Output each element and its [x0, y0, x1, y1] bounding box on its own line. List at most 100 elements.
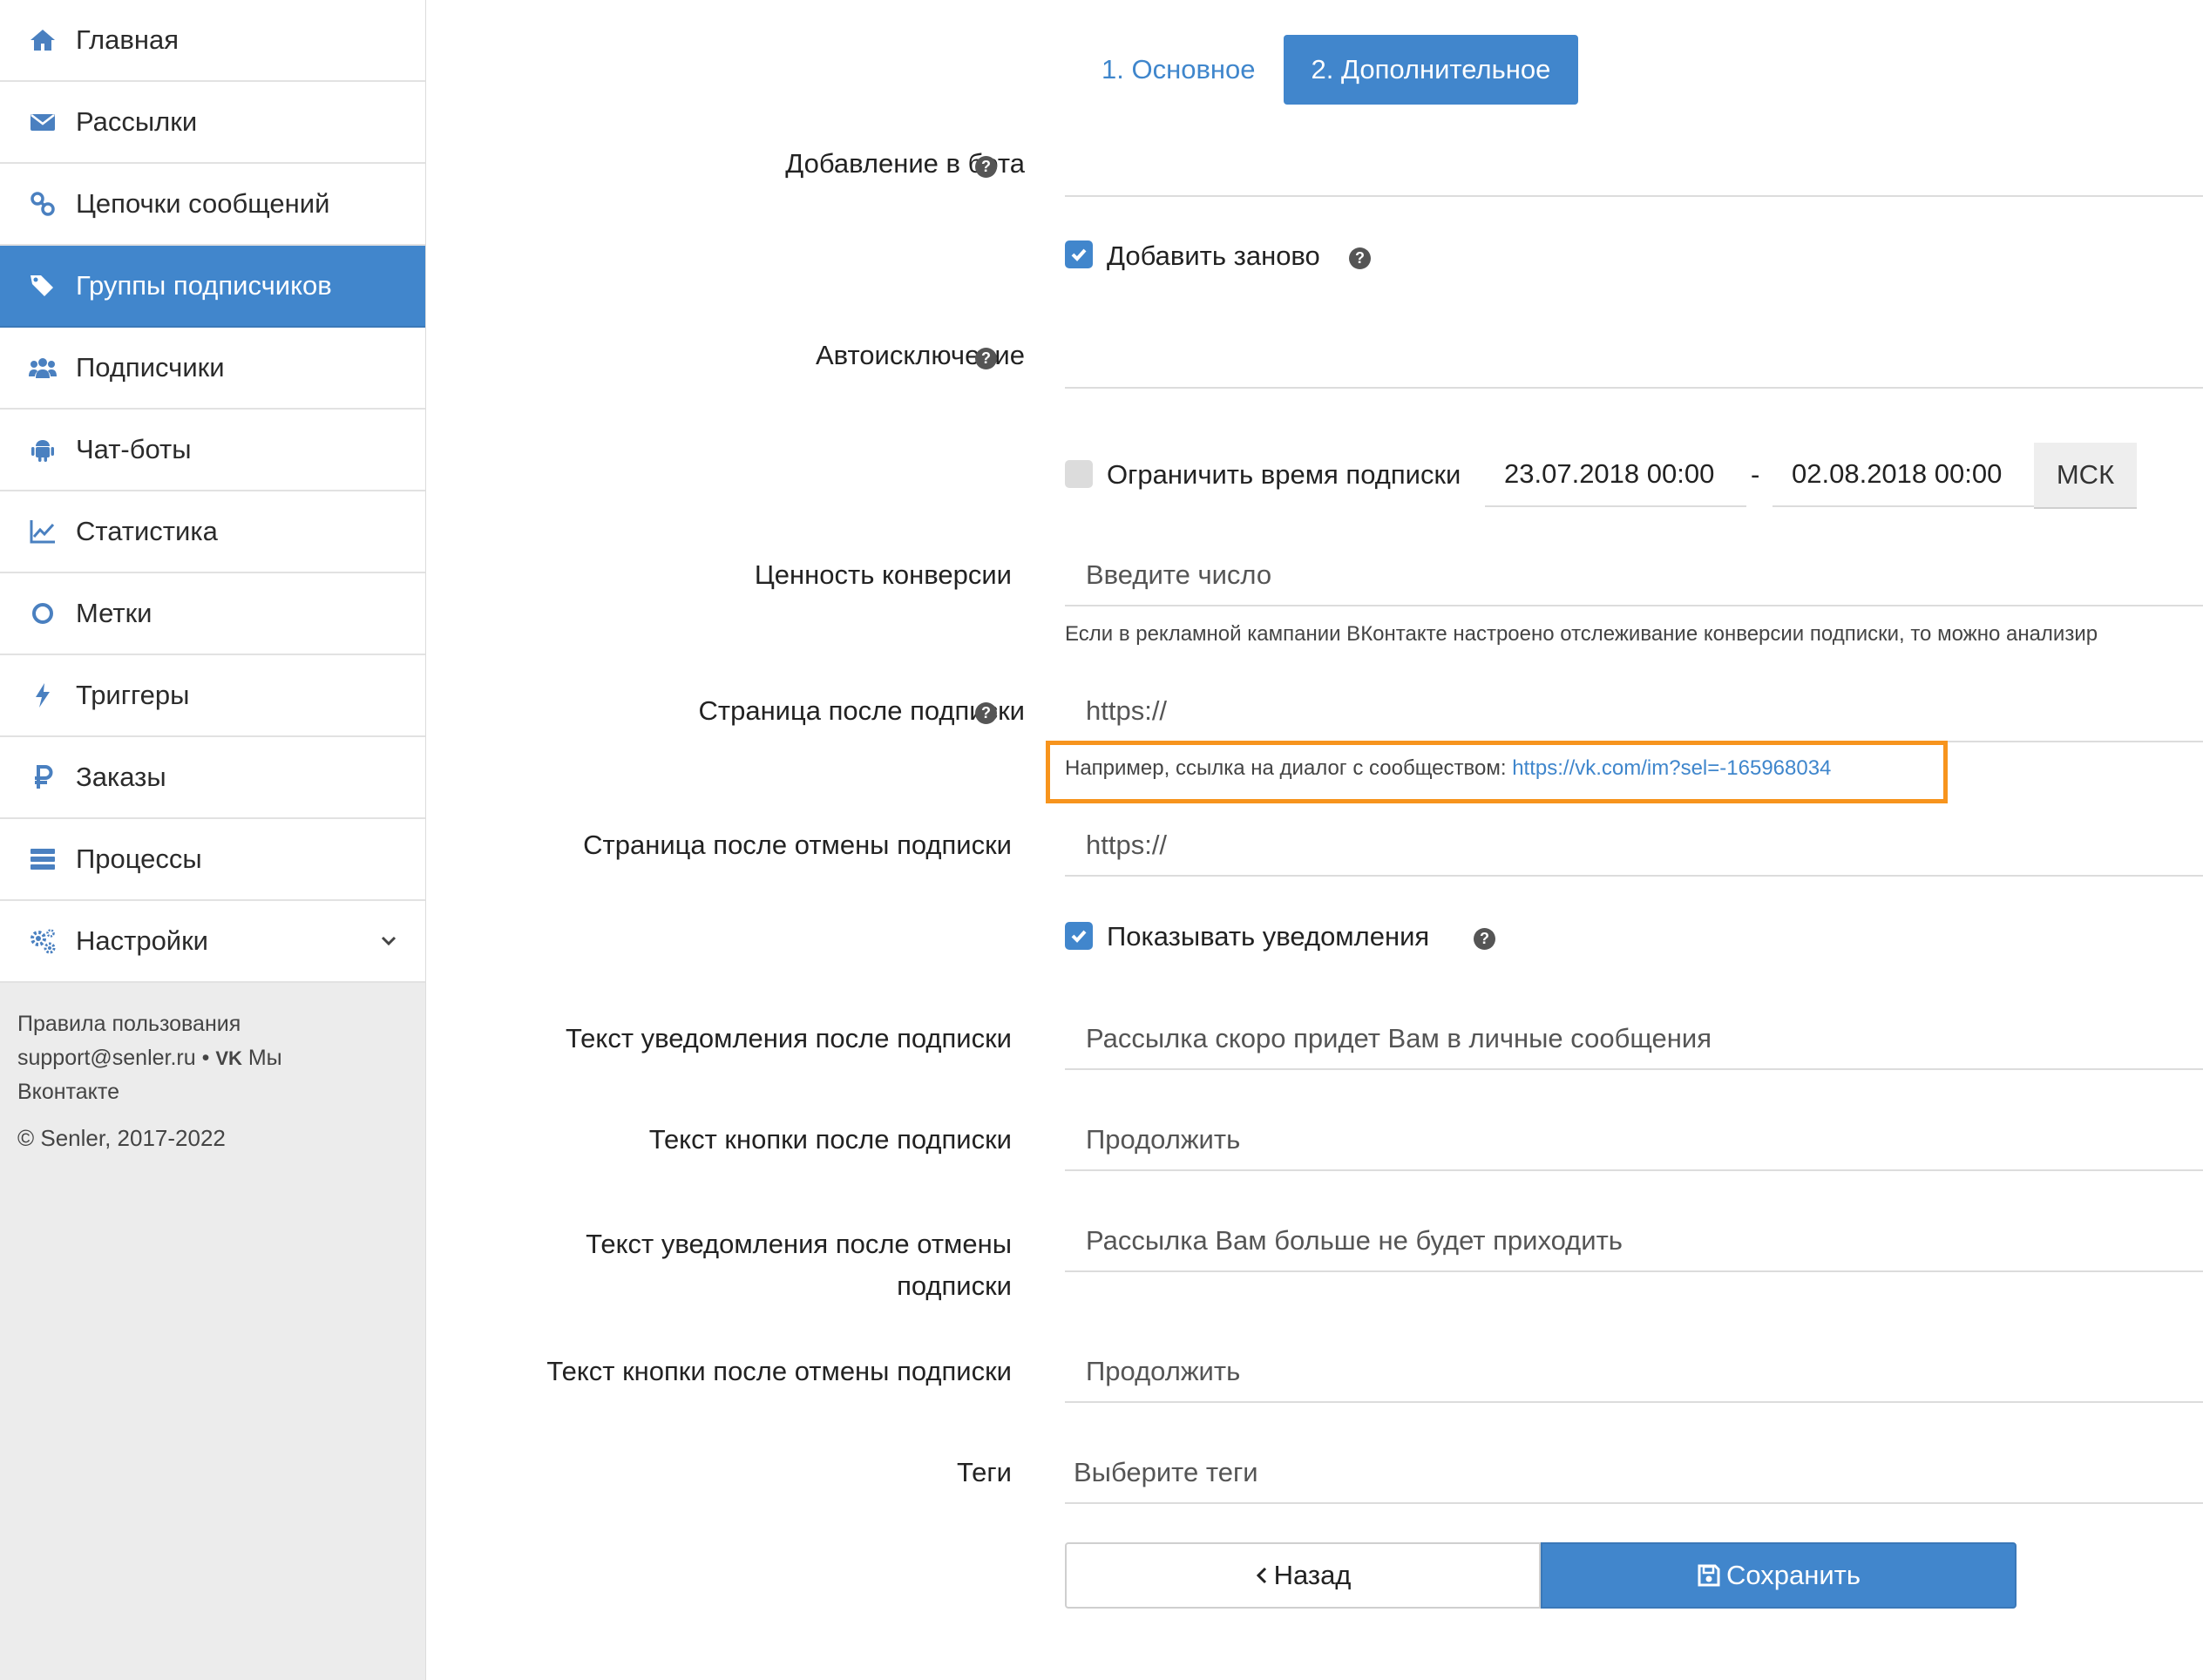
home-icon [28, 25, 58, 55]
tags-placeholder: Выберите теги [1074, 1457, 1258, 1487]
notif-after-unsub-label: Текст уведомления после отмены подписки [586, 1223, 1012, 1307]
timezone-select[interactable]: МСК [2034, 443, 2137, 509]
sidebar-item-statistics[interactable]: Статистика [0, 491, 425, 573]
notif-after-sub-input[interactable]: Рассылка скоро придет Вам в личные сообщ… [1065, 1004, 2203, 1070]
sidebar-footer: Правила пользования support@senler.ru • … [17, 1007, 410, 1155]
example-hint-text: Например, ссылка на диалог с сообществом… [1065, 756, 1507, 780]
sidebar-item-label: Метки [76, 598, 153, 628]
chevron-down-icon[interactable] [378, 931, 399, 952]
sidebar-item-label: Группы подписчиков [76, 270, 332, 301]
sidebar-item-chatbots[interactable]: Чат-боты [0, 410, 425, 491]
sidebar-item-triggers[interactable]: Триггеры [0, 655, 425, 737]
gears-icon [28, 926, 58, 956]
chevron-left-icon [1256, 1567, 1266, 1584]
tab-extra[interactable]: 2. Дополнительное [1283, 35, 1579, 105]
notif-after-sub-value: Рассылка скоро придет Вам в личные сообщ… [1086, 1023, 1712, 1053]
example-hint: Например, ссылка на диалог с сообществом… [1065, 756, 1831, 781]
help-icon[interactable]: ? [1474, 928, 1495, 950]
help-icon[interactable]: ? [975, 156, 997, 178]
tags-select[interactable]: Выберите теги [1065, 1438, 2203, 1504]
bolt-icon [28, 681, 58, 710]
conversion-input[interactable]: Введите число [1065, 540, 2203, 606]
back-button[interactable]: Назад [1065, 1542, 1541, 1609]
wizard-tabs: 1. Основное 2. Дополнительное [1074, 35, 1579, 105]
terms-link[interactable]: Правила пользования [17, 1012, 241, 1036]
page-after-sub-value: https:// [1086, 695, 1168, 726]
bullet-separator: • [201, 1046, 210, 1070]
sidebar-item-subscribers[interactable]: Подписчики [0, 328, 425, 410]
vk-community-link-cont[interactable]: Вконтакте [17, 1080, 119, 1104]
sidebar-item-mailings[interactable]: Рассылки [0, 82, 425, 164]
notif-after-unsub-label-line1: Текст уведомления после отмены [586, 1229, 1012, 1259]
example-link[interactable]: https://vk.com/im?sel=-165968034 [1512, 756, 1831, 780]
check-icon [1071, 930, 1087, 943]
save-button-label: Сохранить [1725, 1560, 1861, 1590]
link-icon [28, 189, 58, 219]
page-after-unsub-label: Страница после отмены подписки [583, 830, 1012, 860]
sidebar-item-label: Процессы [76, 843, 202, 874]
sidebar-item-subscriber-groups[interactable]: Группы подписчиков [0, 246, 425, 328]
page-after-unsub-value: https:// [1086, 830, 1168, 860]
notif-after-unsub-label-line2: подписки [897, 1270, 1012, 1301]
add-again-checkbox[interactable] [1065, 240, 1093, 268]
sidebar-item-orders[interactable]: Заказы [0, 737, 425, 819]
tags-icon [28, 271, 58, 301]
tags-label: Теги [956, 1457, 1012, 1487]
sidebar-item-label: Чат-боты [76, 434, 192, 464]
notif-after-sub-label: Текст уведомления после подписки [565, 1023, 1012, 1053]
date-separator: - [1751, 459, 1760, 490]
btn-after-unsub-value: Продолжить [1086, 1356, 1241, 1386]
sidebar-item-processes[interactable]: Процессы [0, 819, 425, 901]
limit-time-checkbox[interactable] [1065, 460, 1093, 488]
android-icon [28, 435, 58, 464]
add-again-label: Добавить заново [1107, 240, 1320, 271]
ruble-icon [28, 762, 58, 792]
envelope-icon [28, 107, 58, 137]
sidebar-item-home[interactable]: Главная [0, 0, 425, 82]
line-chart-icon [28, 517, 58, 546]
sidebar-item-label: Триггеры [76, 680, 190, 710]
conversion-placeholder: Введите число [1086, 559, 1272, 590]
date-to-input[interactable]: 02.08.2018 00:00 [1773, 443, 2034, 507]
btn-after-unsub-input[interactable]: Продолжить [1065, 1337, 2203, 1403]
sidebar-item-label: Рассылки [76, 106, 198, 137]
sidebar-item-label: Подписчики [76, 352, 225, 383]
vk-community-link[interactable]: Мы [248, 1046, 282, 1070]
notif-after-unsub-input[interactable]: Рассылка Вам больше не будет приходить [1065, 1206, 2203, 1272]
users-icon [28, 353, 58, 383]
add-to-bot-select[interactable] [1065, 131, 2203, 197]
tab-basic[interactable]: 1. Основное [1074, 35, 1284, 105]
sidebar-item-label: Статистика [76, 516, 218, 546]
btn-after-unsub-label: Текст кнопки после отмены подписки [546, 1356, 1012, 1386]
sidebar-item-label: Настройки [76, 925, 209, 956]
circle-icon [28, 599, 58, 628]
btn-after-sub-value: Продолжить [1086, 1124, 1241, 1155]
back-button-label: Назад [1273, 1560, 1352, 1590]
sidebar-item-label: Главная [76, 24, 179, 55]
support-email-link[interactable]: support@senler.ru [17, 1046, 196, 1070]
date-from-input[interactable]: 23.07.2018 00:00 [1485, 443, 1746, 507]
show-notifications-label: Показывать уведомления [1107, 921, 1430, 952]
notif-after-unsub-value: Рассылка Вам больше не будет приходить [1086, 1225, 1623, 1256]
floppy-disk-icon [1698, 1564, 1720, 1587]
sidebar-item-labels[interactable]: Метки [0, 573, 425, 655]
sidebar: Главная Рассылки Цепочки сообщений Групп… [0, 0, 426, 1680]
limit-time-label: Ограничить время подписки [1107, 459, 1461, 490]
conversion-label: Ценность конверсии [754, 559, 1012, 590]
help-icon[interactable]: ? [1349, 247, 1371, 269]
save-button[interactable]: Сохранить [1541, 1542, 2017, 1609]
page-after-sub-input[interactable]: https:// [1065, 676, 2203, 742]
btn-after-sub-input[interactable]: Продолжить [1065, 1105, 2203, 1171]
help-icon[interactable]: ? [975, 702, 997, 724]
sidebar-item-settings[interactable]: Настройки [0, 901, 425, 983]
btn-after-sub-label: Текст кнопки после подписки [648, 1124, 1012, 1155]
server-icon [28, 844, 58, 874]
vk-icon: VK [215, 1047, 242, 1069]
check-icon [1071, 248, 1087, 261]
sidebar-item-label: Цепочки сообщений [76, 188, 330, 219]
sidebar-item-chains[interactable]: Цепочки сообщений [0, 164, 425, 246]
page-after-unsub-input[interactable]: https:// [1065, 810, 2203, 877]
help-icon[interactable]: ? [975, 348, 997, 369]
auto-exclude-select[interactable] [1065, 322, 2203, 389]
show-notifications-checkbox[interactable] [1065, 922, 1093, 950]
